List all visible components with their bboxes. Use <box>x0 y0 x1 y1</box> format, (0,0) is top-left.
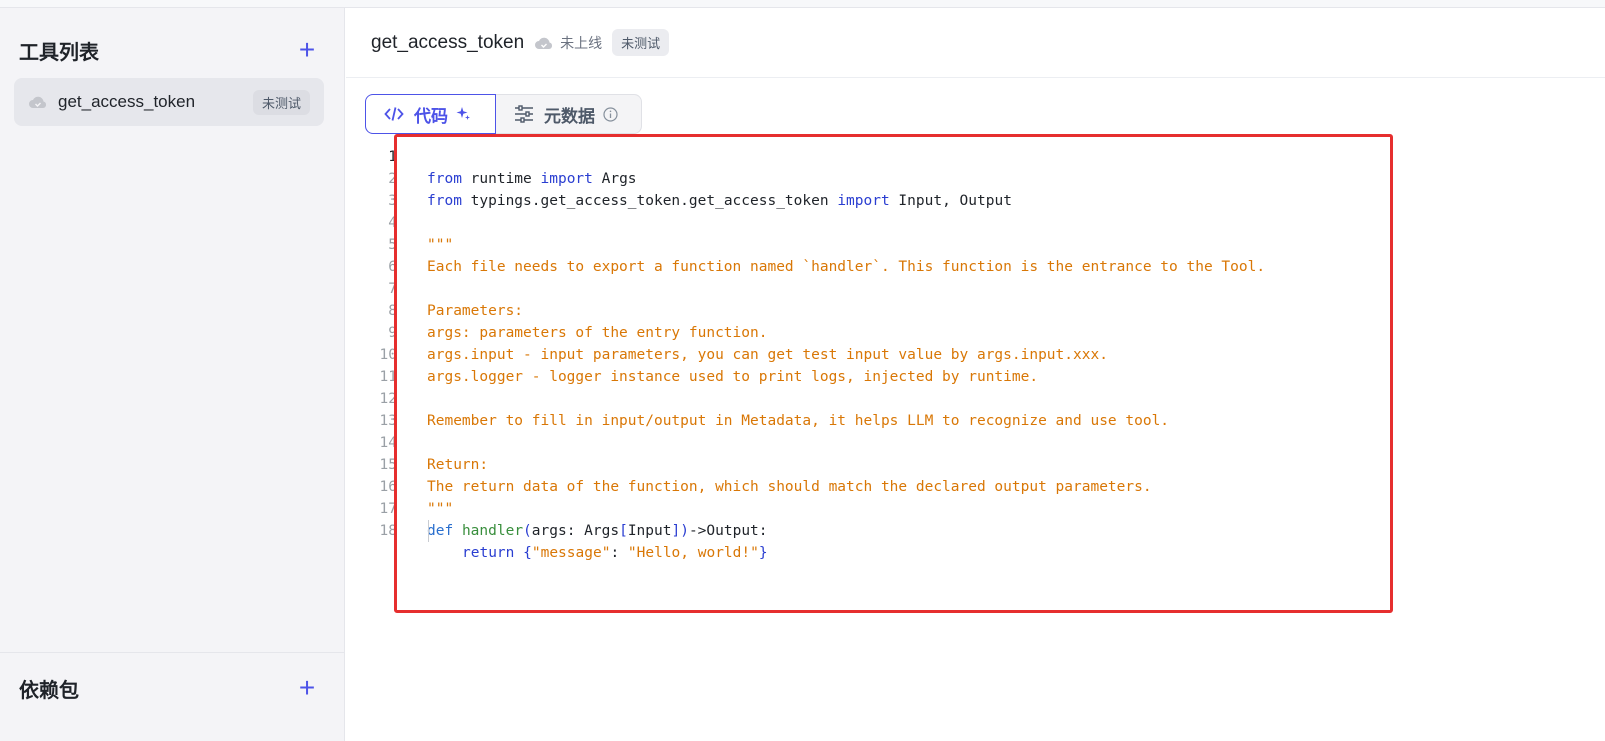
code-token: return <box>462 545 515 561</box>
code-token: ] <box>671 523 681 539</box>
info-icon[interactable] <box>603 106 618 122</box>
cloud-off-icon <box>534 36 554 50</box>
code-line: from typings.get_access_token.get_access… <box>427 190 1012 212</box>
code-token: ) <box>680 523 689 539</box>
sidebar: 工具列表 + get_access_token 未测试 依赖包 + <box>0 8 345 741</box>
code-token: } <box>758 545 768 561</box>
code-line: args.logger - logger instance used to pr… <box>427 369 1039 385</box>
line-number: 9 <box>388 325 397 341</box>
cloud-off-icon <box>28 95 48 109</box>
code-token: handler <box>461 523 524 539</box>
tool-list-header: 工具列表 + <box>19 34 319 66</box>
dependencies-header: 依赖包 + <box>19 672 319 704</box>
page-title: get_access_token <box>371 31 525 53</box>
code-token: ( <box>523 523 532 539</box>
indent-guide <box>428 520 429 542</box>
code-token: from <box>427 171 462 187</box>
code-line: args: parameters of the entry function. <box>427 325 768 341</box>
code-line: args.input - input parameters, you can g… <box>427 347 1108 363</box>
editor-tabs: 代码 元数据 <box>365 94 642 134</box>
code-token: Input, Output <box>889 193 1012 209</box>
code-token: "Hello, world!" <box>627 545 759 561</box>
code-line: """ <box>427 501 454 517</box>
code-line: return {"message": "Hello, world!"} <box>462 542 768 564</box>
line-number: 5 <box>388 237 397 253</box>
code-line: def handler(args: Args[Input])->Output: <box>427 520 768 542</box>
line-number: 15 <box>379 457 397 473</box>
line-number: 16 <box>379 479 397 495</box>
publish-status: 未上线 <box>534 33 602 53</box>
code-line: Return: <box>427 457 489 473</box>
code-token: ->Output: <box>688 523 768 539</box>
code-token: Input <box>627 523 672 539</box>
sidebar-divider <box>0 652 345 653</box>
tab-code[interactable]: 代码 <box>365 94 496 134</box>
code-line: Each file needs to export a function nam… <box>427 259 1266 275</box>
code-line: The return data of the function, which s… <box>427 479 1152 495</box>
code-line: """ <box>427 237 454 253</box>
tab-metadata[interactable]: 元数据 <box>496 94 642 134</box>
line-number: 2 <box>388 171 397 187</box>
sliders-icon <box>514 105 534 123</box>
line-number: 14 <box>379 435 397 451</box>
code-token: { <box>523 545 532 561</box>
code-token: typings.get_access_token.get_access_toke… <box>461 193 838 209</box>
publish-status-label: 未上线 <box>560 34 603 51</box>
code-token: : <box>610 545 628 561</box>
line-number: 11 <box>379 369 397 385</box>
code-token: args: Args <box>531 523 620 539</box>
tool-status-badge: 未测试 <box>252 89 310 115</box>
line-number: 8 <box>388 303 397 319</box>
line-number: 13 <box>379 413 397 429</box>
code-icon <box>384 106 404 122</box>
tool-list-title: 工具列表 <box>19 41 99 64</box>
top-bar <box>0 0 1605 8</box>
code-token: from <box>427 193 462 209</box>
line-number: 7 <box>388 281 397 297</box>
sparkle-icon <box>456 106 470 123</box>
tab-metadata-label: 元数据 <box>544 106 595 126</box>
line-number: 18 <box>379 523 397 539</box>
add-tool-plus-icon[interactable]: + <box>295 36 319 64</box>
code-line: from runtime import Args <box>427 168 637 190</box>
tool-list-item[interactable]: get_access_token 未测试 <box>14 78 324 126</box>
test-status-badge: 未测试 <box>612 29 670 56</box>
line-number: 1 <box>388 149 397 165</box>
code-token: def <box>427 523 454 539</box>
tab-code-label: 代码 <box>414 106 448 126</box>
code-token: [ <box>619 523 628 539</box>
code-token: Args <box>592 171 637 187</box>
line-number: 6 <box>388 259 397 275</box>
code-token: import <box>837 193 890 209</box>
page-header: get_access_token 未上线 未测试 <box>346 8 1605 78</box>
tool-name: get_access_token <box>58 92 196 111</box>
code-token: import <box>540 171 593 187</box>
line-number: 10 <box>379 347 397 363</box>
line-number: 4 <box>388 215 397 231</box>
code-line: Remember to fill in input/output in Meta… <box>427 413 1170 429</box>
code-token: "message" <box>531 545 611 561</box>
line-number: 12 <box>379 391 397 407</box>
line-number: 17 <box>379 501 397 517</box>
code-line: Parameters: <box>427 303 524 319</box>
dependencies-title: 依赖包 <box>19 679 79 702</box>
add-dependency-plus-icon[interactable]: + <box>295 674 319 702</box>
line-number: 3 <box>388 193 397 209</box>
code-token: runtime <box>461 171 541 187</box>
code-editor[interactable]: 1 from runtime import Args 2 from typing… <box>365 146 1595 566</box>
